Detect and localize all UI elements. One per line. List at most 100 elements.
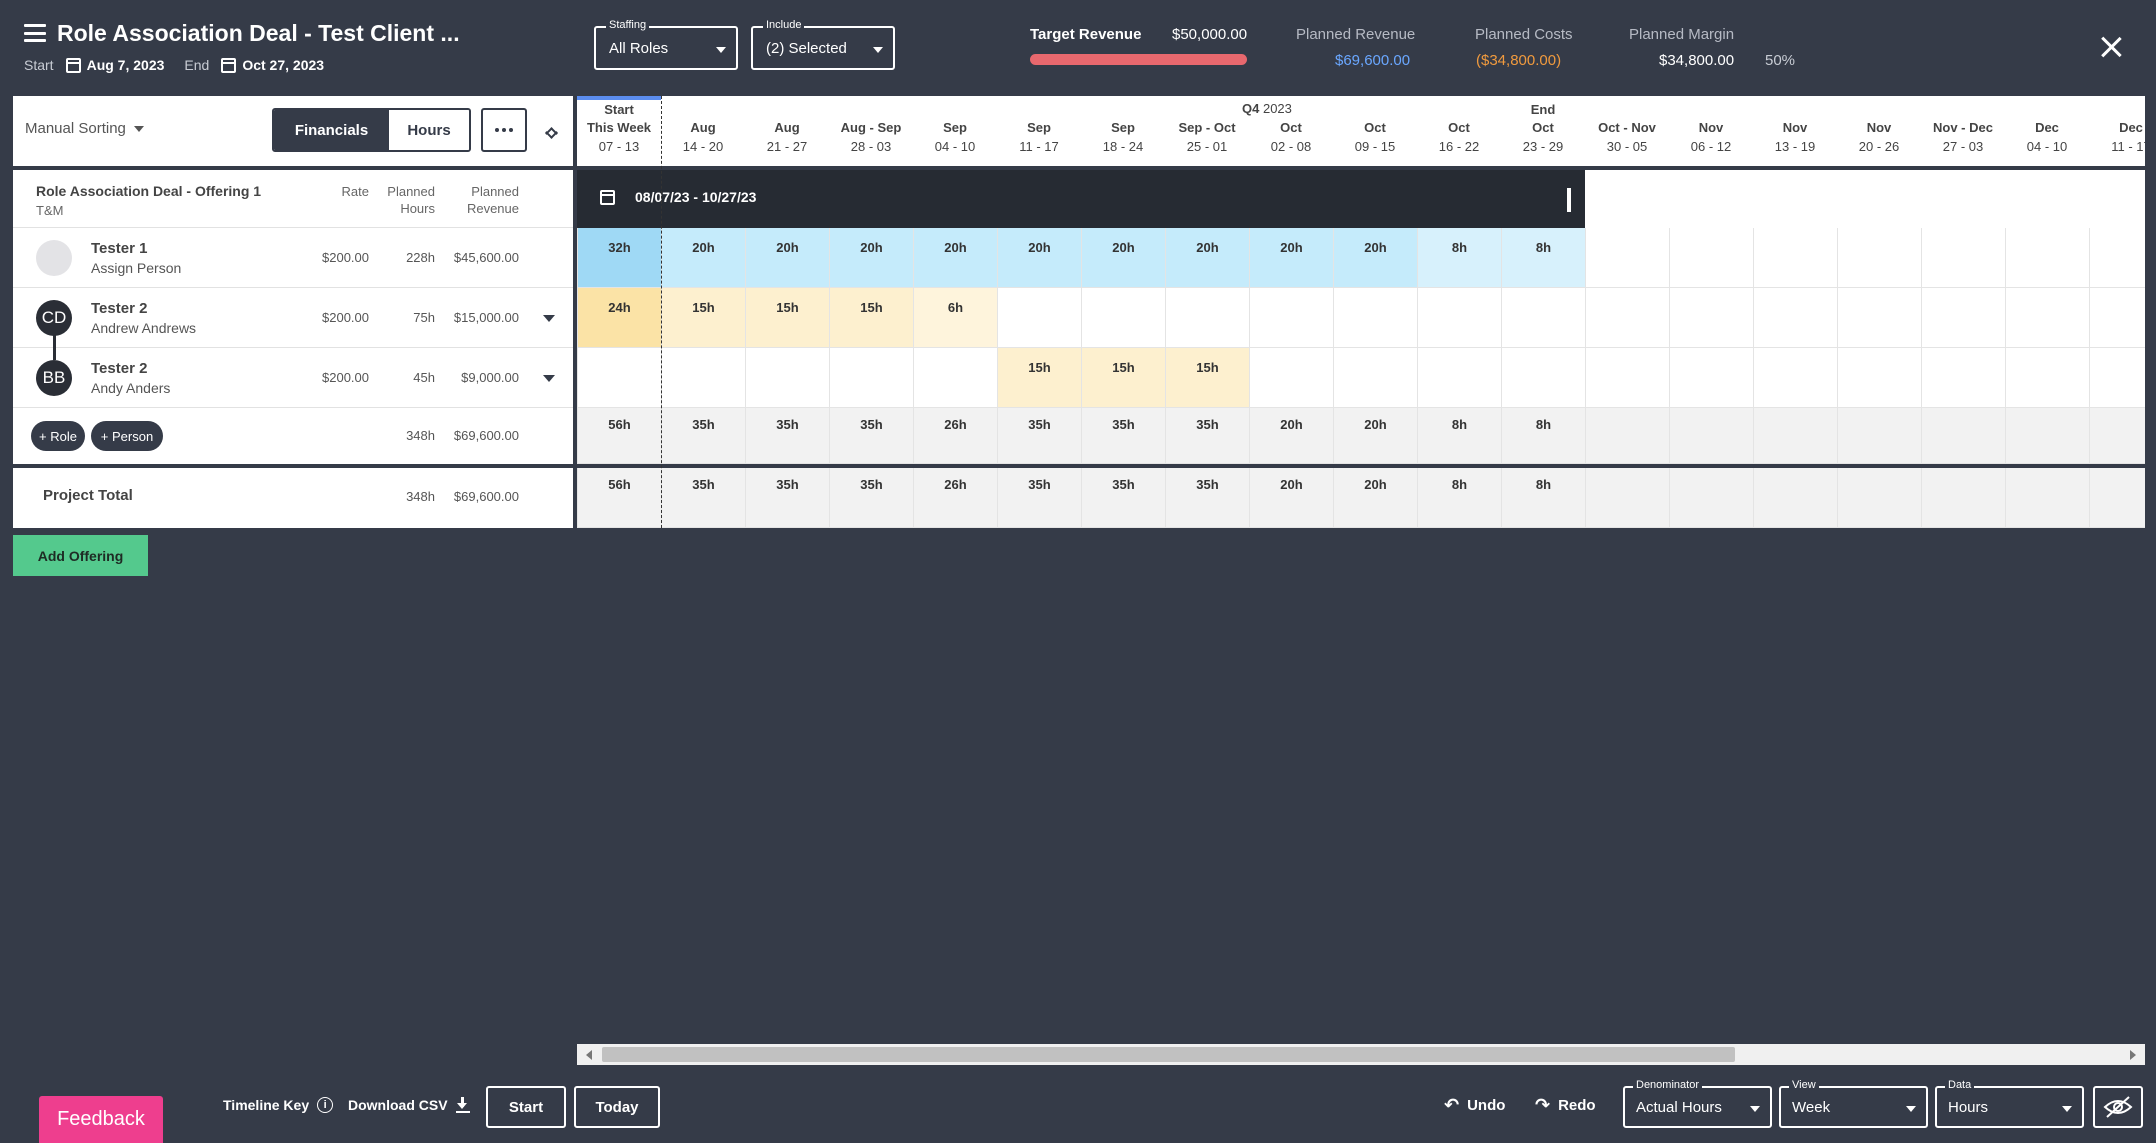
week-header[interactable]: Oct 09 - 15 bbox=[1333, 96, 1417, 166]
hours-cell[interactable] bbox=[745, 348, 829, 408]
week-header[interactable]: Sep 11 - 17 bbox=[997, 96, 1081, 166]
hours-cell[interactable] bbox=[1249, 348, 1333, 408]
hours-cell[interactable] bbox=[1249, 288, 1333, 348]
scroll-right-icon[interactable] bbox=[2130, 1050, 2136, 1060]
today-button[interactable]: Today bbox=[574, 1086, 660, 1128]
hours-cell[interactable] bbox=[577, 348, 661, 408]
hours-cell[interactable] bbox=[1585, 228, 1669, 288]
hours-cell[interactable] bbox=[2005, 288, 2089, 348]
hours-cell[interactable]: 24h bbox=[577, 288, 661, 348]
hours-cell[interactable] bbox=[1081, 288, 1165, 348]
hours-cell[interactable]: 15h bbox=[1165, 348, 1249, 408]
hours-cell[interactable] bbox=[997, 288, 1081, 348]
hours-cell[interactable]: 6h bbox=[913, 288, 997, 348]
view-select[interactable]: View Week bbox=[1779, 1079, 1928, 1128]
week-header[interactable]: Oct - Nov 30 - 05 bbox=[1585, 96, 1669, 166]
week-header[interactable]: Dec 11 - 17 bbox=[2089, 96, 2145, 166]
end-date[interactable]: Oct 27, 2023 bbox=[242, 57, 324, 73]
hours-cell[interactable]: 15h bbox=[745, 288, 829, 348]
hours-cell[interactable] bbox=[913, 348, 997, 408]
week-header[interactable]: Nov 20 - 26 bbox=[1837, 96, 1921, 166]
hours-cell[interactable] bbox=[1753, 348, 1837, 408]
hours-cell[interactable]: 8h bbox=[1501, 228, 1585, 288]
hours-cell[interactable] bbox=[1837, 348, 1921, 408]
week-header[interactable]: Aug 14 - 20 bbox=[661, 96, 745, 166]
hours-cell[interactable]: 20h bbox=[1081, 228, 1165, 288]
hours-cell[interactable] bbox=[1333, 288, 1417, 348]
hours-cell[interactable] bbox=[1921, 228, 2005, 288]
data-select[interactable]: Data Hours bbox=[1935, 1079, 2084, 1128]
week-header[interactable]: Oct 02 - 08 bbox=[1249, 96, 1333, 166]
hours-cell[interactable] bbox=[2089, 288, 2145, 348]
hours-cell[interactable] bbox=[1669, 228, 1753, 288]
scroll-left-icon[interactable] bbox=[586, 1050, 592, 1060]
tab-financials[interactable]: Financials bbox=[274, 110, 389, 150]
hours-cell[interactable]: 15h bbox=[829, 288, 913, 348]
hours-cell[interactable] bbox=[1165, 288, 1249, 348]
week-header[interactable]: Sep 18 - 24 bbox=[1081, 96, 1165, 166]
start-date[interactable]: Aug 7, 2023 bbox=[87, 57, 165, 73]
calendar-icon[interactable] bbox=[221, 57, 237, 73]
hours-cell[interactable] bbox=[1417, 348, 1501, 408]
scroll-thumb[interactable] bbox=[602, 1047, 1735, 1062]
week-header[interactable]: Nov 13 - 19 bbox=[1753, 96, 1837, 166]
week-header[interactable]: Oct 16 - 22 bbox=[1417, 96, 1501, 166]
role-row[interactable]: BB Tester 2 Andy Anders $200.00 45h $9,0… bbox=[13, 348, 573, 408]
role-row[interactable]: CD Tester 2 Andrew Andrews $200.00 75h $… bbox=[13, 288, 573, 348]
horizontal-scrollbar[interactable] bbox=[577, 1044, 2145, 1065]
hours-cell[interactable]: 15h bbox=[661, 288, 745, 348]
hours-cell[interactable] bbox=[1669, 348, 1753, 408]
undo-button[interactable]: ↶ Undo bbox=[1444, 1095, 1505, 1116]
timeline-key-button[interactable]: Timeline Key i bbox=[223, 1097, 334, 1113]
week-header[interactable]: Start This Week 07 - 13 bbox=[577, 96, 661, 166]
hours-cell[interactable]: 32h bbox=[577, 228, 661, 288]
denominator-select[interactable]: Denominator Actual Hours bbox=[1623, 1079, 1772, 1128]
week-header[interactable]: Dec 04 - 10 bbox=[2005, 96, 2089, 166]
download-csv-button[interactable]: Download CSV bbox=[348, 1097, 470, 1113]
hours-cell[interactable] bbox=[1753, 288, 1837, 348]
week-header[interactable]: Sep 04 - 10 bbox=[913, 96, 997, 166]
hours-cell[interactable] bbox=[661, 348, 745, 408]
sort-dropdown[interactable]: Manual Sorting bbox=[25, 120, 144, 137]
resize-handle[interactable] bbox=[1567, 188, 1571, 212]
menu-icon[interactable] bbox=[24, 24, 46, 42]
hours-cell[interactable] bbox=[2089, 228, 2145, 288]
week-header[interactable]: Aug 21 - 27 bbox=[745, 96, 829, 166]
add-offering-button[interactable]: Add Offering bbox=[13, 535, 148, 576]
week-header[interactable]: Aug - Sep 28 - 03 bbox=[829, 96, 913, 166]
chevron-down-icon[interactable] bbox=[543, 315, 555, 322]
more-options-button[interactable] bbox=[481, 108, 527, 152]
week-header[interactable]: Nov 06 - 12 bbox=[1669, 96, 1753, 166]
hours-cell[interactable] bbox=[1585, 348, 1669, 408]
hours-cell[interactable] bbox=[1921, 348, 2005, 408]
hours-cell[interactable] bbox=[1669, 288, 1753, 348]
hours-cell[interactable] bbox=[2089, 348, 2145, 408]
hours-cell[interactable] bbox=[1417, 288, 1501, 348]
hours-cell[interactable] bbox=[2005, 228, 2089, 288]
add-role-button[interactable]: + Role bbox=[31, 421, 85, 451]
hours-cell[interactable]: 20h bbox=[745, 228, 829, 288]
include-select[interactable]: Include (2) Selected bbox=[751, 19, 895, 70]
hours-cell[interactable] bbox=[1837, 288, 1921, 348]
hours-cell[interactable]: 8h bbox=[1417, 228, 1501, 288]
feedback-button[interactable]: Feedback bbox=[39, 1096, 163, 1143]
start-button[interactable]: Start bbox=[486, 1086, 566, 1128]
hours-cell[interactable] bbox=[1837, 228, 1921, 288]
hours-cell[interactable] bbox=[829, 348, 913, 408]
assign-person-link[interactable]: Assign Person bbox=[91, 260, 181, 276]
redo-button[interactable]: ↷ Redo bbox=[1535, 1095, 1596, 1116]
hide-toggle-button[interactable] bbox=[2093, 1086, 2143, 1128]
hours-cell[interactable]: 15h bbox=[1081, 348, 1165, 408]
hours-cell[interactable] bbox=[1921, 288, 2005, 348]
calendar-icon[interactable] bbox=[65, 57, 81, 73]
staffing-select[interactable]: Staffing All Roles bbox=[594, 19, 738, 70]
hours-cell[interactable] bbox=[1585, 288, 1669, 348]
week-header[interactable]: End Oct 23 - 29 bbox=[1501, 96, 1585, 166]
week-header[interactable]: Nov - Dec 27 - 03 bbox=[1921, 96, 2005, 166]
close-icon[interactable] bbox=[2100, 36, 2122, 58]
hours-cell[interactable] bbox=[2005, 348, 2089, 408]
add-person-button[interactable]: + Person bbox=[91, 421, 163, 451]
hours-cell[interactable] bbox=[1333, 348, 1417, 408]
hours-cell[interactable] bbox=[1501, 288, 1585, 348]
collapse-icon[interactable] bbox=[545, 118, 559, 142]
